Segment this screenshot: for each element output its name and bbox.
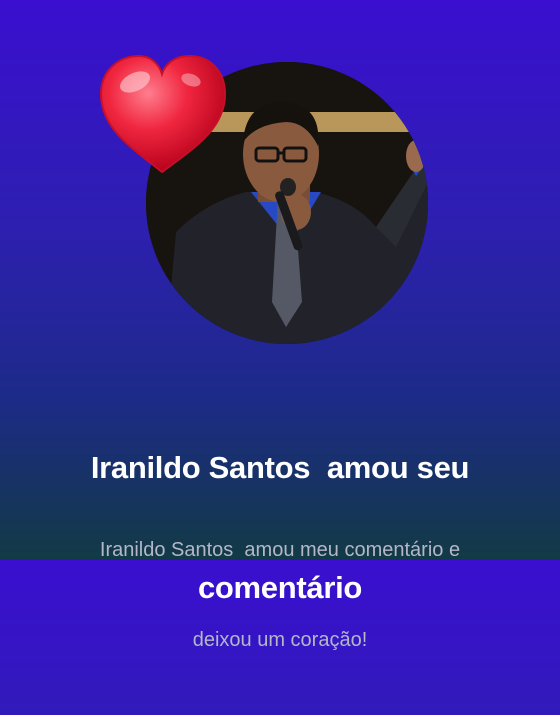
notification-message: Iranildo Santos amou meu comentário e de… bbox=[40, 475, 520, 715]
message-line: deixou um coração! bbox=[192, 629, 368, 651]
message-line: Iranildo Santos amou meu comentário e bbox=[99, 539, 461, 561]
heart-icon bbox=[99, 54, 227, 174]
notification-card: Iranildo Santos amou seu comentário Iran… bbox=[0, 0, 560, 651]
